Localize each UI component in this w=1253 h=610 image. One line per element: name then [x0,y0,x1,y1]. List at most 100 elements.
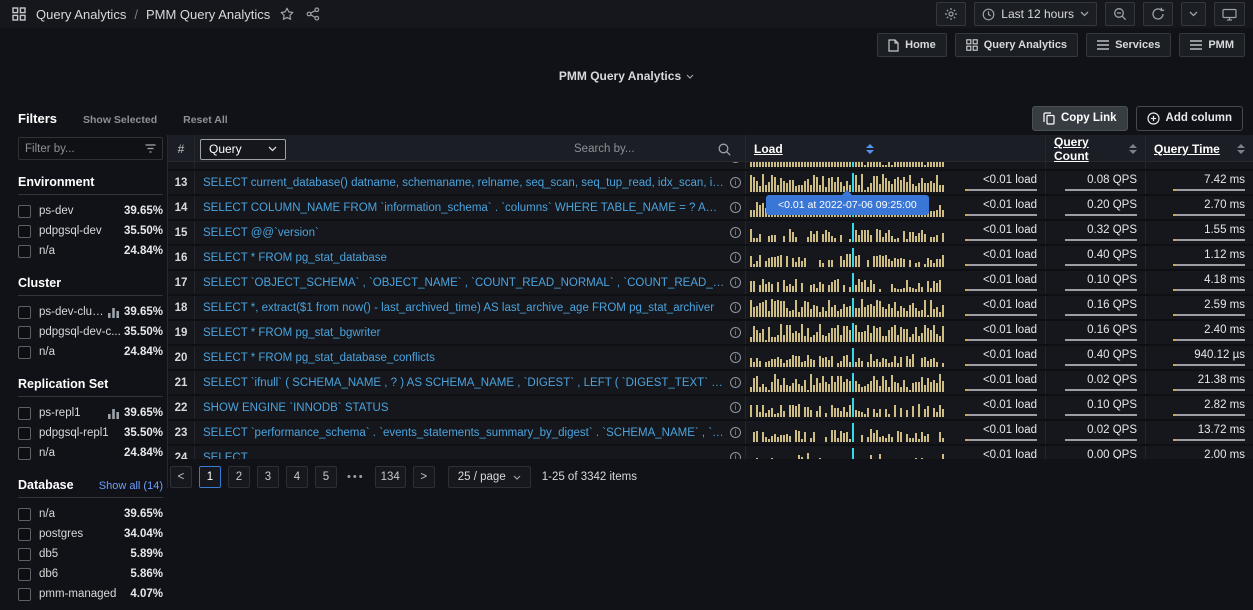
table-row[interactable]: i [168,162,1253,171]
filter-item[interactable]: ps-dev 39.65% [18,201,163,221]
load-sparkline[interactable] [750,423,946,442]
column-header-query-time[interactable]: Query Time [1154,142,1220,156]
filter-item[interactable]: pmm-managed 4.07% [18,584,163,604]
info-icon[interactable]: i [730,162,741,163]
query-link[interactable]: SELECT `OBJECT_SCHEMA` , `OBJECT_NAME` ,… [203,277,725,289]
time-range-picker[interactable]: Last 12 hours [974,2,1097,26]
info-icon[interactable]: i [730,252,741,263]
search-icon[interactable] [684,143,731,156]
nav-button-pmm[interactable]: PMM [1179,33,1245,57]
table-row[interactable]: 16 SELECT * FROM pg_stat_database i <0.0… [168,246,1253,271]
filter-item[interactable]: n/a 24.84% [18,443,163,463]
pagination-page-button-2[interactable]: 2 [228,466,250,488]
table-row[interactable]: 14 SELECT COLUMN_NAME FROM `information_… [168,196,1253,221]
load-sparkline[interactable] [750,273,946,292]
table-row[interactable]: 21 SELECT `ifnull` ( SCHEMA_NAME , ? ) A… [168,371,1253,396]
nav-button-query-analytics[interactable]: Query Analytics [955,33,1078,57]
filter-item[interactable]: pdpgsql-dev-c... 35.50% [18,322,163,342]
info-icon[interactable]: i [730,327,741,338]
pagination-page-button-3[interactable]: 3 [257,466,279,488]
view-mode-button[interactable] [1214,2,1245,26]
column-header-query-count[interactable]: Query Count [1054,135,1121,163]
info-icon[interactable]: i [730,427,741,438]
filter-checkbox[interactable] [18,326,31,339]
query-link[interactable]: SELECT * FROM pg_stat_database_conflicts [203,352,725,364]
filter-checkbox[interactable] [18,568,31,581]
pagination-ellipsis[interactable]: ••• [344,471,368,483]
query-link[interactable]: SELECT *, extract($1 from now() - last_a… [203,302,725,314]
settings-button[interactable] [936,2,966,26]
filter-checkbox[interactable] [18,205,31,218]
load-sparkline[interactable] [750,398,946,417]
query-link[interactable]: SELECT * FROM pg_stat_database [203,252,725,264]
breadcrumb-section[interactable]: Query Analytics [36,7,126,22]
zoom-out-button[interactable] [1105,2,1135,26]
load-sparkline[interactable] [750,162,946,167]
reset-all-link[interactable]: Reset All [183,114,228,126]
table-row[interactable]: 24 SELECT ... i <0.01 load 0.00 QPS 2.00… [168,446,1253,459]
query-link[interactable]: SELECT current_database() datname, schem… [203,177,725,189]
info-icon[interactable]: i [730,302,741,313]
table-row[interactable]: 20 SELECT * FROM pg_stat_database_confli… [168,346,1253,371]
filter-item[interactable]: db6 5.86% [18,564,163,584]
filter-item[interactable]: pdpgsql-dev 35.50% [18,221,163,241]
nav-button-services[interactable]: Services [1086,33,1171,57]
filter-item[interactable]: postgres 34.04% [18,524,163,544]
query-link[interactable]: SELECT `ifnull` ( SCHEMA_NAME , ? ) AS S… [203,377,725,389]
query-link[interactable]: SELECT * FROM pg_stat_bgwriter [203,327,725,339]
load-sparkline[interactable] [750,373,946,392]
load-sparkline[interactable] [750,223,946,242]
partial-row-top[interactable]: i [168,162,1253,171]
load-sparkline[interactable] [750,323,946,342]
info-icon[interactable]: i [730,402,741,413]
load-sparkline[interactable] [750,448,946,459]
filter-checkbox[interactable] [18,346,31,359]
info-icon[interactable]: i [730,227,741,238]
pagination-prev-button[interactable]: < [170,466,192,488]
filter-checkbox[interactable] [18,407,31,420]
breadcrumb-page[interactable]: PMM Query Analytics [146,7,270,22]
filter-checkbox[interactable] [18,548,31,561]
table-row[interactable]: 23 SELECT `performance_schema` . `events… [168,421,1253,446]
copy-link-button[interactable]: Copy Link [1032,106,1128,131]
filter-checkbox[interactable] [18,225,31,238]
filter-checkbox[interactable] [18,528,31,541]
table-row[interactable]: 18 SELECT *, extract($1 from now() - las… [168,296,1253,321]
add-column-button[interactable]: Add column [1136,106,1243,131]
query-dimension-dropdown[interactable]: Query [200,139,286,160]
sort-icon-load[interactable] [866,144,874,154]
share-icon[interactable] [304,5,322,23]
search-input[interactable] [574,143,684,155]
filter-search-input[interactable] [25,143,145,155]
show-selected-link[interactable]: Show Selected [83,114,157,126]
filter-item[interactable]: n/a 39.65% [18,504,163,524]
table-row[interactable]: 22 SHOW ENGINE `INNODB` STATUS i <0.01 l… [168,396,1253,421]
table-row[interactable]: 15 SELECT @@`version` i <0.01 load 0.32 … [168,221,1253,246]
filter-search-box[interactable] [18,137,163,160]
per-page-select[interactable]: 25 / page [448,466,531,488]
load-sparkline[interactable] [750,298,946,317]
sort-icon-query-count[interactable] [1129,144,1137,154]
filter-checkbox[interactable] [18,447,31,460]
pagination-next-button[interactable]: > [413,466,435,488]
info-icon[interactable]: i [730,202,741,213]
query-link[interactable]: SELECT `performance_schema` . `events_st… [203,427,725,439]
info-icon[interactable]: i [730,277,741,288]
filter-checkbox[interactable] [18,245,31,258]
column-header-load[interactable]: Load [754,142,858,156]
filter-checkbox[interactable] [18,508,31,521]
favorite-star-icon[interactable] [278,5,296,23]
query-link[interactable]: SHOW ENGINE `INNODB` STATUS [203,402,725,414]
pagination-page-button-5[interactable]: 5 [315,466,337,488]
info-icon[interactable]: i [730,452,741,459]
query-link[interactable]: SELECT ... [203,452,725,460]
partial-row-bottom[interactable]: 24 SELECT ... i <0.01 load 0.00 QPS 2.00… [168,446,1253,459]
filter-item[interactable]: ps-dev-cluster 39.65% [18,302,163,322]
nav-button-home[interactable]: Home [877,33,947,57]
pagination-page-button-1[interactable]: 1 [199,466,221,488]
bar-chart-icon[interactable] [107,408,120,419]
table-row[interactable]: 13 SELECT current_database() datname, sc… [168,171,1253,196]
filter-checkbox[interactable] [18,306,31,319]
table-row[interactable]: 17 SELECT `OBJECT_SCHEMA` , `OBJECT_NAME… [168,271,1253,296]
sort-icon-query-time[interactable] [1237,144,1245,154]
